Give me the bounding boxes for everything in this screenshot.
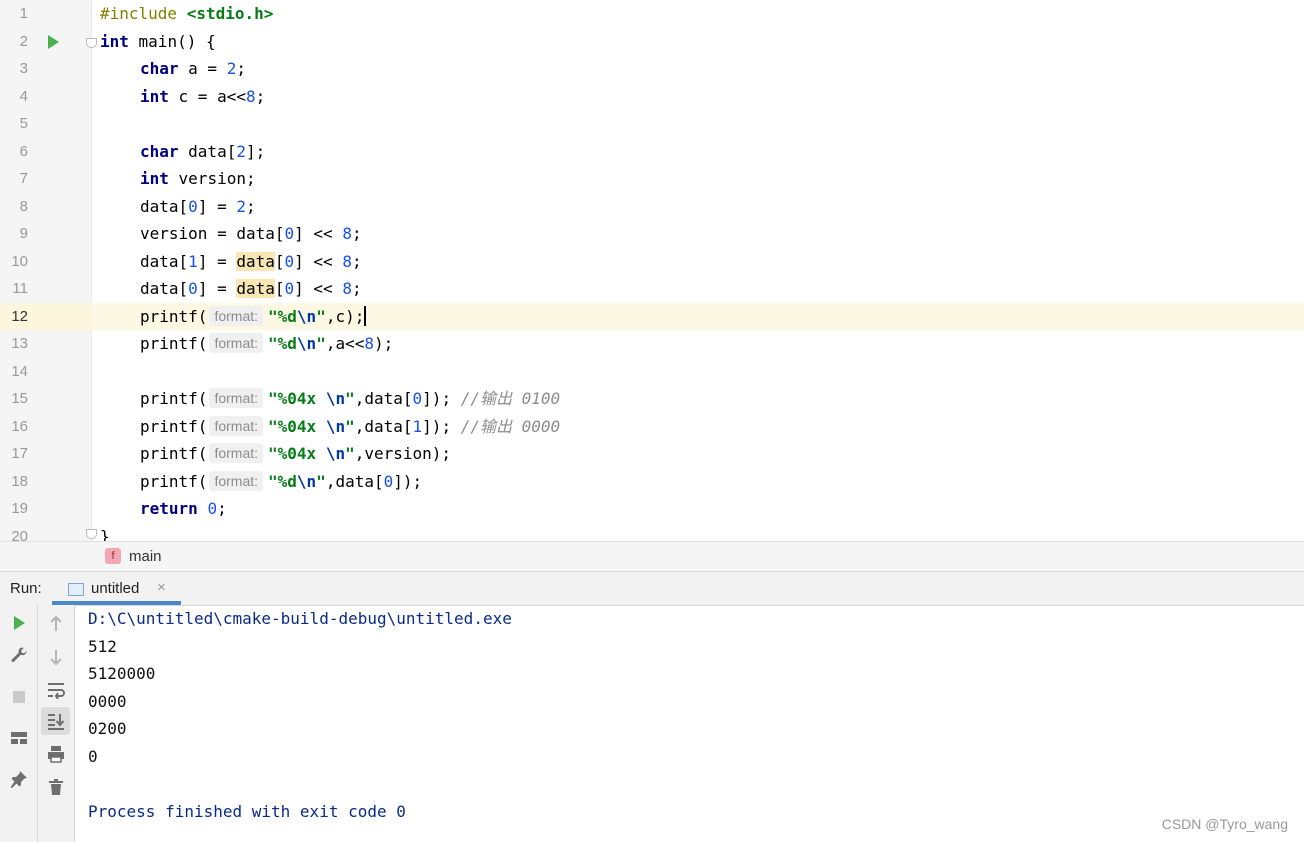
run-gutter-icon[interactable] (48, 35, 59, 49)
print-icon[interactable] (45, 743, 67, 765)
console-line: 512 (88, 636, 117, 656)
line-number: 5 (19, 115, 28, 132)
code-comment: //输出 0000 (460, 416, 561, 436)
wrench-icon[interactable] (8, 644, 30, 666)
code-line: printf(format: "%d\n",data[0]); (140, 470, 423, 491)
line-number: 8 (19, 197, 28, 215)
line-number: 7 (19, 170, 28, 187)
parameter-hint: format: (209, 305, 264, 326)
fold-end-icon[interactable] (86, 529, 97, 539)
close-icon[interactable]: × (157, 579, 166, 596)
usage-highlight: data (236, 251, 275, 271)
line-number: 3 (19, 60, 28, 77)
run-tab-label: untitled (91, 580, 140, 597)
line-number: 9 (19, 225, 28, 242)
line-number: 13 (11, 335, 28, 352)
run-toolbar-primary (0, 605, 38, 842)
function-icon: f (105, 548, 121, 564)
console-line: 0 (88, 746, 98, 766)
pin-icon[interactable] (8, 768, 30, 790)
code-line: printf(format: "%04x \n",version); (140, 443, 452, 463)
run-panel-header: Run: untitled × (0, 571, 1304, 606)
parameter-hint: format: (209, 388, 264, 408)
line-number: 11 (12, 280, 28, 297)
run-panel-title: Run: (10, 580, 42, 597)
line-number-current: 12 (11, 307, 28, 325)
code-line: data[0] = data[0] << 8; (140, 279, 362, 298)
code-line-current: printf(format: "%d\n",c); (140, 305, 367, 326)
breadcrumb: f main (0, 541, 1304, 571)
code-line: return 0; (140, 499, 227, 518)
scroll-to-end-icon[interactable] (45, 710, 67, 732)
code-line: version = data[0] << 8; (140, 224, 362, 243)
console-line: 0000 (88, 691, 127, 711)
line-number: 14 (11, 362, 28, 380)
run-toolbar-secondary (38, 605, 75, 842)
line-number: 20 (11, 527, 28, 542)
line-number: 2 (19, 32, 28, 50)
parameter-hint: format: (209, 443, 264, 463)
line-number: 17 (11, 445, 28, 462)
code-line: int main() { (100, 31, 216, 51)
line-number: 4 (19, 87, 28, 105)
code-line: data[1] = data[0] << 8; (140, 251, 362, 271)
run-icon[interactable] (8, 612, 30, 634)
code-line: char data[2]; (140, 141, 266, 161)
line-number: 15 (11, 390, 28, 407)
usage-highlight: data (236, 279, 275, 298)
code-line: printf(format: "%04x \n",data[1]); //输出 0… (140, 415, 561, 436)
line-number: 16 (11, 417, 28, 435)
text-caret (364, 305, 367, 326)
code-line: printf(format: "%d\n",a<<8); (140, 333, 394, 353)
code-editor[interactable]: 1 2 3 4 5 6 7 8 9 10 11 12 13 14 15 16 1… (0, 0, 1304, 541)
console-line: 5120000 (88, 664, 156, 683)
down-arrow-icon[interactable] (45, 646, 67, 668)
line-number: 6 (19, 142, 28, 160)
line-number-gutter: 1 2 3 4 5 6 7 8 9 10 11 12 13 14 15 16 1… (0, 0, 97, 542)
code-line: int version; (140, 169, 256, 188)
line-number: 19 (11, 500, 28, 517)
code-line: printf(format: "%04x \n",data[0]); //输出 0… (140, 388, 561, 408)
code-line: int c = a<<8; (140, 86, 266, 106)
layout-icon[interactable] (8, 727, 30, 749)
console-line-exit-status: Process finished with exit code 0 (88, 801, 406, 821)
code-line: data[0] = 2; (140, 196, 256, 216)
console-icon (68, 583, 84, 596)
line-number: 10 (11, 252, 28, 270)
fold-start-icon[interactable] (86, 38, 97, 48)
breadcrumb-item-main[interactable]: main (129, 548, 162, 565)
parameter-hint: format: (209, 470, 264, 491)
stop-icon[interactable] (8, 686, 30, 708)
parameter-hint: format: (209, 415, 264, 436)
soft-wrap-icon[interactable] (45, 679, 67, 701)
watermark: CSDN @Tyro_wang (1161, 816, 1288, 832)
console-line-command: D:\C\untitled\cmake-build-debug\untitled… (88, 609, 512, 628)
code-comment: //输出 0100 (460, 389, 561, 408)
up-arrow-icon[interactable] (45, 613, 67, 635)
console-line: 0200 (88, 719, 127, 738)
code-line: char a = 2; (140, 59, 246, 78)
line-number: 1 (19, 5, 28, 22)
parameter-hint: format: (209, 333, 264, 353)
line-number: 18 (11, 472, 28, 490)
code-line: #include <stdio.h> (100, 4, 274, 23)
trash-icon[interactable] (45, 776, 67, 798)
code-line: } (100, 526, 110, 542)
